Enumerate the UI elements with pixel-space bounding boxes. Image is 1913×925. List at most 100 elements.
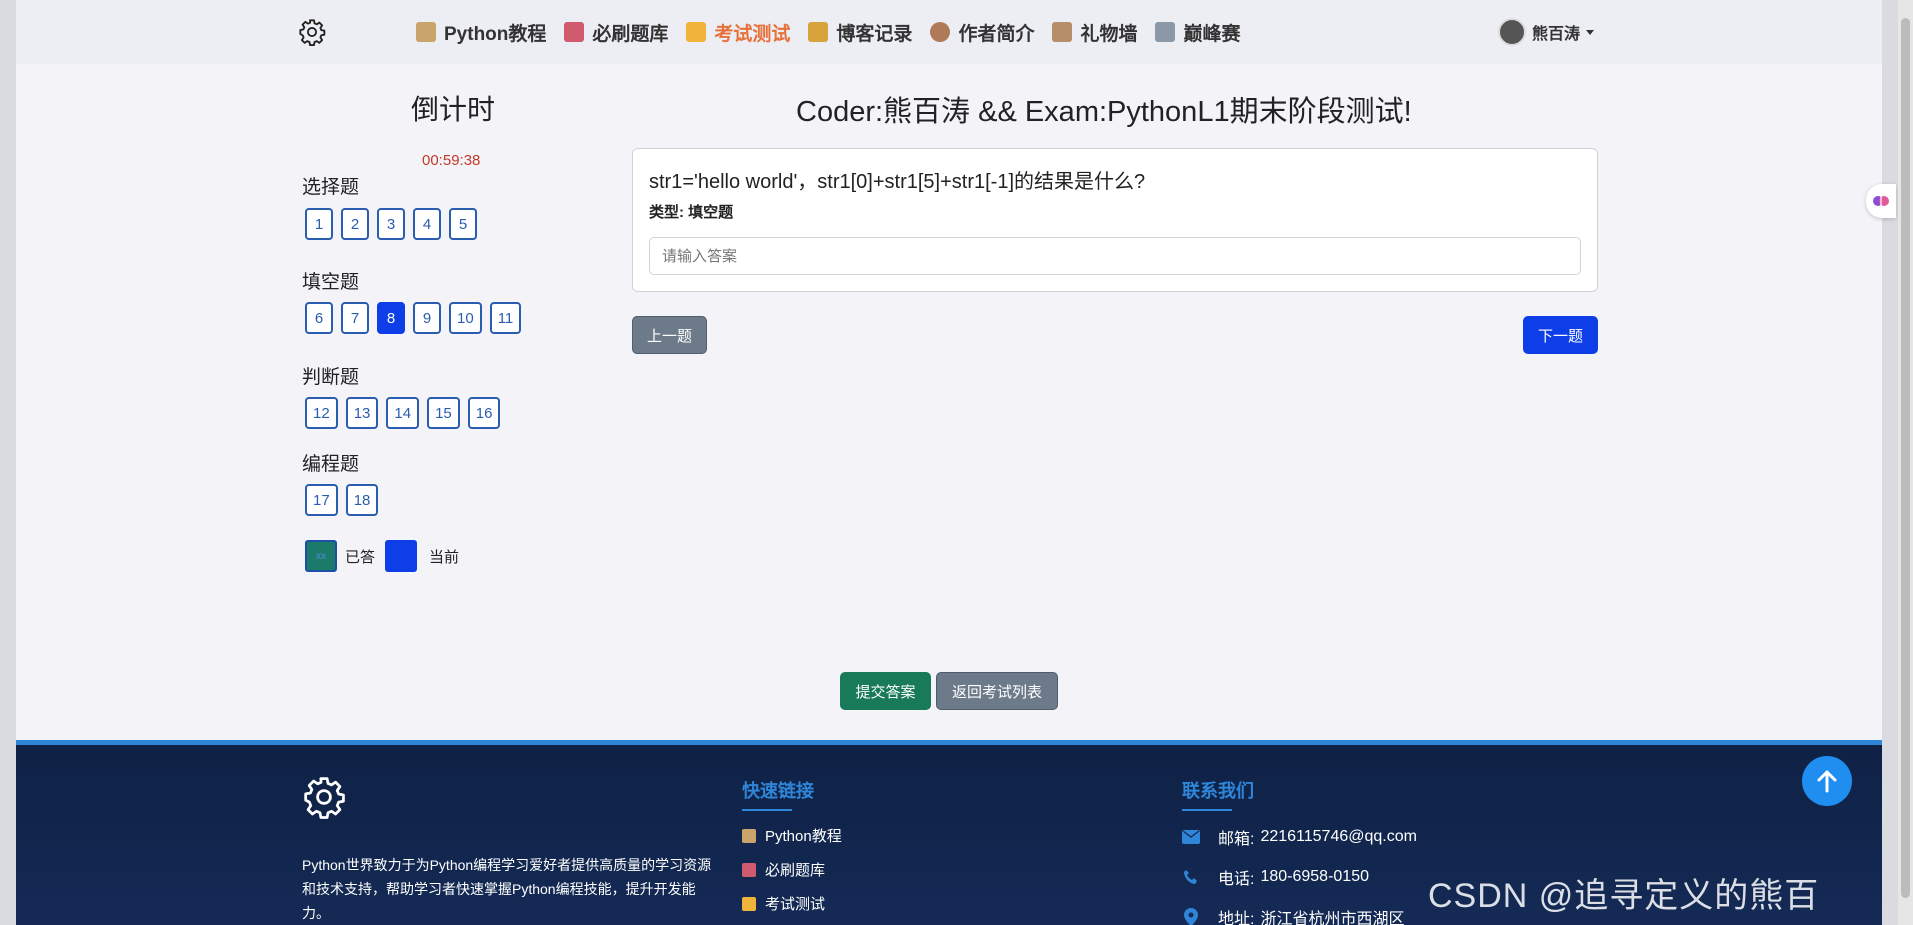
footer-link-question-bank[interactable]: 必刷题库 bbox=[742, 859, 825, 880]
nav-label: 必刷题库 bbox=[592, 23, 669, 45]
chevron-down-icon bbox=[1586, 29, 1595, 35]
submit-answers-button[interactable]: 提交答案 bbox=[840, 672, 931, 710]
contact-phone: 电话: 180-6958-0150 bbox=[1182, 865, 1369, 889]
crossed-swords-icon bbox=[1155, 22, 1176, 42]
question-button[interactable]: 13 bbox=[345, 397, 379, 429]
csdn-watermark: CSDN @追寻定义的熊百涛！ bbox=[1428, 877, 1820, 915]
nav-item-exam[interactable]: 考试测试 bbox=[686, 16, 790, 48]
nav-label: 巅峰赛 bbox=[1183, 23, 1241, 45]
location-pin-icon bbox=[1182, 908, 1200, 925]
back-to-exam-list-button[interactable]: 返回考试列表 bbox=[936, 672, 1058, 710]
scrollbar-thumb[interactable] bbox=[1901, 18, 1910, 898]
question-button[interactable]: 2 bbox=[341, 208, 369, 240]
question-button[interactable]: 15 bbox=[427, 397, 460, 429]
countdown-timer: 00:59:38 bbox=[422, 152, 481, 169]
question-button[interactable]: 11 bbox=[489, 302, 522, 334]
exam-title: Coder:熊百涛 && Exam:PythonL1期末阶段测试! bbox=[796, 96, 1412, 128]
status-legend: xx 已答 当前 bbox=[305, 540, 459, 572]
back-to-top-button[interactable] bbox=[1802, 756, 1852, 806]
question-group-judge: 12 13 14 15 16 bbox=[305, 397, 501, 429]
legend-current-swatch bbox=[385, 540, 418, 572]
top-navbar: Python教程 必刷题库 考试测试 博客记录 作者简介 礼物墙 巅峰赛 熊百涛 bbox=[16, 0, 1882, 64]
question-button[interactable]: 4 bbox=[413, 208, 441, 240]
question-button[interactable]: 18 bbox=[345, 484, 379, 516]
nav-label: 作者简介 bbox=[958, 23, 1035, 45]
contact-label: 邮箱: bbox=[1218, 831, 1255, 848]
phone-icon bbox=[1182, 868, 1200, 886]
question-text: str1='hello world'，str1[0]+str1[5]+str1[… bbox=[649, 171, 1146, 193]
sparkles-icon bbox=[742, 896, 756, 911]
gear-logo-icon[interactable] bbox=[298, 18, 326, 46]
package-icon bbox=[1052, 22, 1073, 42]
section-title-fill: 填空题 bbox=[302, 272, 360, 293]
arrow-up-icon bbox=[1817, 770, 1837, 793]
question-button[interactable]: 14 bbox=[386, 397, 420, 429]
scroll-icon bbox=[416, 22, 436, 42]
contact-label: 电话: bbox=[1218, 871, 1255, 888]
user-name: 熊百涛 bbox=[1532, 26, 1581, 43]
question-button[interactable]: 10 bbox=[449, 302, 482, 334]
question-group-programming: 17 18 bbox=[305, 484, 379, 516]
contact-value: 180-6958-0150 bbox=[1260, 868, 1369, 885]
footer-link-exam[interactable]: 考试测试 bbox=[742, 893, 825, 914]
countdown-title: 倒计时 bbox=[411, 94, 496, 125]
section-title-judge: 判断题 bbox=[302, 367, 360, 388]
prev-question-button[interactable]: 上一题 bbox=[632, 316, 707, 354]
question-button[interactable]: 5 bbox=[449, 208, 477, 240]
scroll-icon bbox=[742, 828, 756, 843]
question-button[interactable]: 7 bbox=[341, 302, 369, 334]
abacus-icon bbox=[742, 862, 756, 877]
question-type: 类型: 填空题 bbox=[649, 204, 734, 221]
next-question-button[interactable]: 下一题 bbox=[1523, 316, 1598, 354]
legend-current-label: 当前 bbox=[429, 548, 460, 566]
question-group-fill: 6 7 8 9 10 11 bbox=[305, 302, 522, 334]
brain-icon[interactable] bbox=[1866, 184, 1896, 218]
nav-item-question-bank[interactable]: 必刷题库 bbox=[564, 16, 668, 48]
question-button[interactable]: 3 bbox=[377, 208, 405, 240]
gear-logo-icon bbox=[304, 777, 345, 819]
legend-answered-swatch: xx bbox=[305, 540, 337, 572]
nav-item-python-tutorial[interactable]: Python教程 bbox=[416, 16, 546, 48]
section-title-choice: 选择题 bbox=[302, 177, 360, 198]
question-card: str1='hello world'，str1[0]+str1[5]+str1[… bbox=[632, 148, 1598, 292]
footer-description: Python世界致力于为Python编程学习爱好者提供高质量的学习资源和技术支持… bbox=[302, 857, 712, 921]
nav-label: 礼物墙 bbox=[1080, 23, 1138, 45]
contact-value[interactable]: 2216115746@qq.com bbox=[1260, 828, 1417, 846]
question-button[interactable]: 17 bbox=[305, 484, 338, 516]
footer-contact-title: 联系我们 bbox=[1182, 777, 1254, 811]
nav-item-gift-wall[interactable]: 礼物墙 bbox=[1052, 16, 1137, 48]
nav-item-blog[interactable]: 博客记录 bbox=[808, 16, 912, 48]
legend-answered-label: 已答 bbox=[345, 548, 376, 566]
avatar bbox=[1498, 18, 1526, 46]
question-button[interactable]: 16 bbox=[467, 397, 501, 429]
footer-links-title: 快速链接 bbox=[742, 777, 814, 811]
question-button[interactable]: 9 bbox=[413, 302, 441, 334]
footer-link-label: 必刷题库 bbox=[765, 862, 826, 879]
user-menu[interactable]: 熊百涛 bbox=[1498, 18, 1595, 46]
nav-label: Python教程 bbox=[444, 23, 547, 45]
question-button-current[interactable]: 8 bbox=[377, 302, 405, 334]
answer-input[interactable] bbox=[649, 237, 1581, 275]
footer-link-label: Python教程 bbox=[765, 828, 842, 845]
card-box-icon bbox=[808, 22, 829, 42]
question-button[interactable]: 12 bbox=[305, 397, 338, 429]
nav-item-author[interactable]: 作者简介 bbox=[930, 16, 1034, 48]
abacus-icon bbox=[564, 22, 585, 42]
page-frame: Python教程 必刷题库 考试测试 博客记录 作者简介 礼物墙 巅峰赛 熊百涛… bbox=[16, 0, 1896, 925]
envelope-icon bbox=[1182, 828, 1200, 846]
section-title-programming: 编程题 bbox=[302, 454, 360, 475]
scrollbar[interactable] bbox=[1898, 0, 1913, 925]
footer-link-label: 考试测试 bbox=[765, 896, 826, 913]
contact-value: 浙江省杭州市西湖区 bbox=[1260, 911, 1405, 925]
contact-email: 邮箱: 2216115746@qq.com bbox=[1182, 825, 1417, 849]
question-button[interactable]: 6 bbox=[305, 302, 333, 334]
question-group-choice: 1 2 3 4 5 bbox=[305, 208, 477, 240]
footer-link-python-tutorial[interactable]: Python教程 bbox=[742, 825, 842, 846]
nav-label: 考试测试 bbox=[714, 23, 791, 45]
nav-item-contest[interactable]: 巅峰赛 bbox=[1155, 16, 1240, 48]
nav-label: 博客记录 bbox=[836, 23, 913, 45]
sparkles-icon bbox=[686, 22, 707, 42]
bear-icon bbox=[930, 22, 951, 42]
nav-menu: Python教程 必刷题库 考试测试 博客记录 作者简介 礼物墙 巅峰赛 bbox=[416, 16, 1258, 48]
question-button[interactable]: 1 bbox=[305, 208, 333, 240]
